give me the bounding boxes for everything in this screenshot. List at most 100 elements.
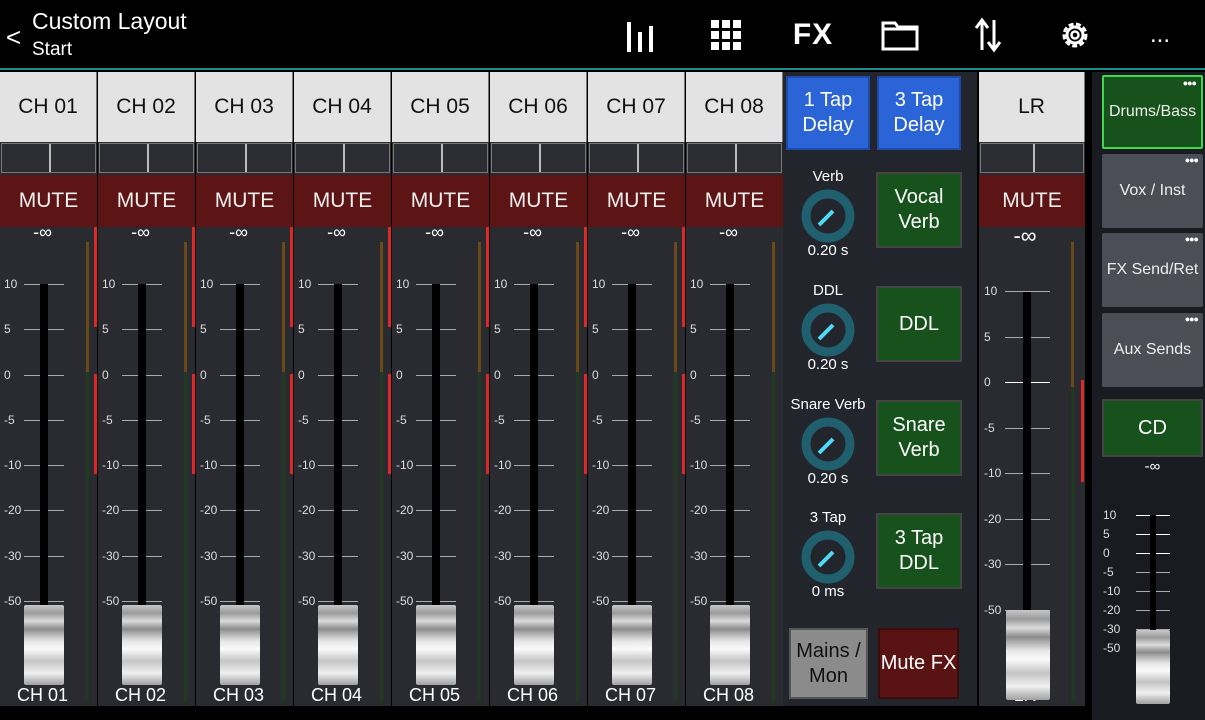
cd-button[interactable]: CD [1102,399,1203,457]
pan-control[interactable] [589,143,684,173]
fx-preset-button[interactable]: Snare Verb [876,400,962,476]
mute-button[interactable]: MUTE [294,175,391,227]
channel-name[interactable]: CH 08 [686,72,783,142]
mute-button[interactable]: MUTE [0,175,97,227]
fader-handle[interactable] [122,605,162,685]
meter-peak [192,227,195,327]
fader-handle[interactable] [220,605,260,685]
lr-pan[interactable] [980,143,1084,173]
fx-preset-button[interactable]: 3 Tap DDL [876,513,962,589]
layer-button[interactable]: Drums/Bass ●●● [1102,75,1203,149]
scale-label: -5 [690,413,701,427]
channel-footer: CH 04 [310,685,363,705]
fx-knob[interactable] [800,188,856,244]
mute-button[interactable]: MUTE [490,175,587,227]
mute-button[interactable]: MUTE [196,175,293,227]
mute-button[interactable]: MUTE [588,175,685,227]
scale-label: 0 [592,368,599,382]
tap3-delay-button[interactable]: 3 Tap Delay [877,76,961,150]
fx-knob[interactable] [800,529,856,585]
fader-handle[interactable] [318,605,358,685]
scale-label: -10 [592,458,610,472]
pan-control[interactable] [393,143,488,173]
channel-name[interactable]: CH 04 [294,72,391,142]
pan-control[interactable] [197,143,292,173]
tap1-delay-button[interactable]: 1 Tap Delay [786,76,870,150]
mains-mon-button[interactable]: Mains / Mon [789,628,868,699]
lr-fader-handle[interactable] [1006,610,1050,700]
meter-peak [192,374,195,474]
meter-level [184,242,187,372]
back-icon[interactable]: < [6,22,21,53]
fx-preset-button[interactable]: DDL [876,286,962,362]
lr-mute-button[interactable]: MUTE [979,175,1085,227]
layer-button[interactable]: FX Send/Ret ●●● [1102,233,1203,307]
lr-level-readout: -∞ [1013,223,1037,248]
transfer-icon[interactable] [968,14,1008,56]
mute-button[interactable]: MUTE [686,175,783,227]
level-readout: -∞ [621,222,640,242]
layout-title[interactable]: Custom Layout [32,8,187,35]
mute-button[interactable]: MUTE [392,175,489,227]
layer-options-icon[interactable]: ●●● [1183,78,1197,88]
scale-label: -20 [494,503,512,517]
layer-button[interactable]: Aux Sends ●●● [1102,313,1203,387]
meter-level [478,372,481,702]
fx-knob-value: 0 ms [811,583,845,600]
scale-label: 5 [396,322,403,336]
pan-control[interactable] [99,143,194,173]
fader-handle[interactable] [416,605,456,685]
layer-button[interactable]: Vox / Inst ●●● [1102,154,1203,228]
meter-level [86,372,89,702]
channel-footer: CH 03 [212,685,265,705]
more-menu-icon[interactable]: ... [1140,14,1180,56]
meter-level [576,242,579,372]
channel-name[interactable]: CH 02 [98,72,195,142]
fader-handle[interactable] [612,605,652,685]
fx-knob[interactable] [800,302,856,358]
cd-scale-label: -5 [1103,565,1114,579]
scale-label: -10 [200,458,218,472]
mixer-view-icon[interactable] [622,14,658,56]
grid-view-icon[interactable] [706,14,746,56]
layout-subtitle: Start [32,39,73,60]
cd-scale-label: 5 [1103,527,1110,541]
channel-name[interactable]: CH 03 [196,72,293,142]
fader-handle[interactable] [710,605,750,685]
mute-button[interactable]: MUTE [98,175,195,227]
scale-label: -50 [494,594,512,608]
level-readout: -∞ [719,222,738,242]
layer-options-icon[interactable]: ●●● [1185,234,1199,244]
fader-handle[interactable] [514,605,554,685]
fx-knob[interactable] [800,416,856,472]
channel-name[interactable]: CH 01 [0,72,97,142]
pan-control[interactable] [491,143,586,173]
channel-footer: CH 07 [604,685,657,705]
fx-button[interactable]: FX [790,14,836,56]
layer-options-icon[interactable]: ●●● [1185,314,1199,324]
pan-control[interactable] [1,143,96,173]
channel-name[interactable]: CH 05 [392,72,489,142]
layer-options-icon[interactable]: ●●● [1185,155,1199,165]
folder-icon[interactable] [880,14,920,56]
scale-label: -5 [102,413,113,427]
meter-level [576,372,579,702]
channel-name[interactable]: CH 06 [490,72,587,142]
mute-fx-button[interactable]: Mute FX [878,628,959,699]
scale-label: -20 [102,503,120,517]
scale-label: -20 [396,503,414,517]
meter-level [282,372,285,702]
meter-peak [290,374,293,474]
lr-name[interactable]: LR [979,72,1085,142]
fader-handle[interactable] [24,605,64,685]
meter-peak [584,227,587,327]
channel-strip: CH 05 MUTE -∞ 10 5 0 -5 -10 -20 -30 -50 CH 05 [388,72,489,706]
settings-gear-icon[interactable] [1055,14,1095,56]
channel-name[interactable]: CH 07 [588,72,685,142]
pan-control[interactable] [687,143,782,173]
cd-fader-handle[interactable] [1136,630,1170,704]
pan-control[interactable] [295,143,390,173]
level-readout: -∞ [131,222,150,242]
scale-label: -30 [200,549,218,563]
fx-preset-button[interactable]: Vocal Verb [876,172,962,248]
